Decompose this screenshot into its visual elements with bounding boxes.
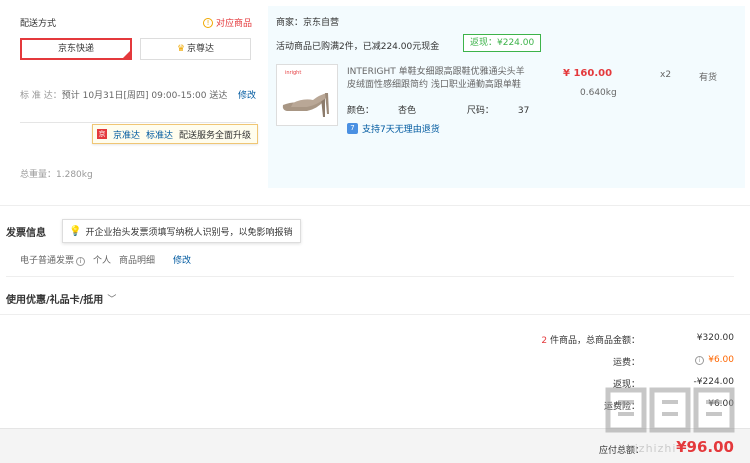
info-icon[interactable]: i [76,257,86,266]
payable-label: 应付总额： [598,446,644,456]
bulb-icon: 💡 [69,225,82,237]
summary-total-row: 2 件商品，总商品金额： ¥320.00 [474,333,734,347]
option-jd-premium-label: 京尊达 [187,44,215,54]
selected-check-icon [122,50,131,59]
color-attr: 颜色： 杏色 [347,106,440,116]
warning-icon: ! [202,17,213,28]
product-weight: 0.640kg [580,88,617,98]
image-brand-text: inright [285,70,301,76]
invoice-title: 发票信息 [6,228,46,239]
freight-info-icon[interactable]: i [695,356,705,365]
return-policy-text: 支持7天无理由退货 [362,125,440,135]
product-price: ¥ 160.00 [563,68,613,79]
service-value: ¥6.00 [708,399,734,409]
delivery-edit-link[interactable]: 修改 [238,88,256,105]
promo-text: 活动商品已购满2件，已减224.00元现金 [276,42,440,52]
freight-value-wrap: i ¥6.00 [695,355,734,365]
payable-value: ¥96.00 [676,438,734,456]
invoice-tip: 💡 开企业抬头发票须填写纳税人识别号，以免影响报销 [62,219,302,243]
product-stock: 有货 [699,73,718,83]
match-goods-label: 对应商品 [215,19,252,29]
summary-freight-row: 运费： i ¥6.00 [474,355,734,369]
freight-value: ¥6.00 [708,355,734,365]
return-7day-icon: 7 [347,123,358,134]
coupon-title: 使用优惠/礼品卡/抵用 [6,295,104,306]
product-qty: x2 [660,70,672,80]
invoice-details: 电子普通发票 i 个人 商品明细 修改 [20,253,191,266]
option-jd-premium[interactable]: ♛ 京尊达 [140,38,251,60]
invoice-owner: 个人 [93,256,112,266]
coupon-toggle[interactable]: 使用优惠/礼品卡/抵用 ﹀ [6,291,116,306]
divider [20,122,256,123]
freight-label: 运费： [612,358,640,368]
invoice-type: 电子普通发票 i [20,253,86,266]
crown-icon: ♛ [176,44,186,54]
jzd-logo-icon: 京 [97,129,107,139]
size-label: 尺码： [466,106,494,116]
color-label: 颜色： [347,106,375,116]
seller-name: 京东自营 [303,18,340,28]
rebate-tag: 返现：¥224.00 [463,34,542,52]
weight-value: 1.280kg [56,170,93,180]
payable-bar: 应付总额： ¥96.00 [0,428,750,463]
invoice-tip-text: 开企业抬头发票须填写纳税人识别号，以免影响报销 [85,227,293,238]
invoice-type-label: 电子普通发票 [20,256,75,266]
shipping-title: 配送方式 [20,19,57,29]
shipping-section: 配送方式 ! 对应商品 京东快递 ♛ 京尊达 标 准 达：预计 10月31日[周四… [8,6,260,188]
seller-label: 商家： [276,18,304,28]
chevron-down-icon: ﹀ [107,295,117,305]
goods-panel: 商家：京东自营 活动商品已购满2件，已减224.00元现金 返现：¥224.00… [268,6,745,188]
weight-label: 总重量： [20,170,57,180]
item-count-suffix: 件商品，总商品金额： [547,336,640,346]
product-attributes: 颜色： 杏色 尺码： 37 [347,103,577,116]
total-weight: 总重量：1.280kg [20,167,93,180]
section-divider [6,276,734,277]
summary-total-value: ¥320.00 [696,333,734,343]
rebate-value: -¥224.00 [693,377,734,387]
option-jd-express[interactable]: 京东快递 [20,38,132,60]
option-jd-express-label: 京东快递 [57,44,94,54]
invoice-content: 商品明细 [119,256,156,266]
return-policy: 7 支持7天无理由退货 [347,122,440,135]
seller-info: 商家：京东自营 [276,15,339,28]
match-goods-link[interactable]: ! 对应商品 [202,16,252,29]
invoice-edit-link[interactable]: 修改 [173,253,191,266]
summary-count: 2 件商品，总商品金额： [541,333,640,346]
tip-text: 配送服务全面升级 [179,130,252,141]
delivery-value: 预计 10月31日[周四] 09:00-15:00 送达 [61,91,228,101]
delivery-time: 标 准 达：预计 10月31日[周四] 09:00-15:00 送达 修改 [20,88,256,105]
section-divider [0,205,750,206]
shoe-image: inright [282,70,329,117]
delivery-label: 标 准 达： [20,91,62,101]
size-attr: 尺码： 37 [467,106,553,116]
rebate-label: 返现： [612,380,640,390]
product-name[interactable]: INTERIGHT 单鞋女细跟高跟鞋优雅通尖头羊皮绒面性感细跟简约 浅口职业通勤… [347,66,532,92]
service-label: 运费险： [603,402,640,412]
tip-brand[interactable]: 京准达 [113,128,140,141]
summary-service-row: 运费险： ¥6.00 [474,399,734,413]
tip-link[interactable]: 标准达 [146,128,173,141]
section-divider [0,314,750,315]
delivery-upgrade-tip: 京 京准达 标准达 配送服务全面升级 [92,124,259,144]
summary-rebate-row: 返现： -¥224.00 [474,377,734,391]
product-image[interactable]: inright [276,64,338,126]
color-value: 杏色 [398,106,417,116]
size-value: 37 [517,106,530,116]
